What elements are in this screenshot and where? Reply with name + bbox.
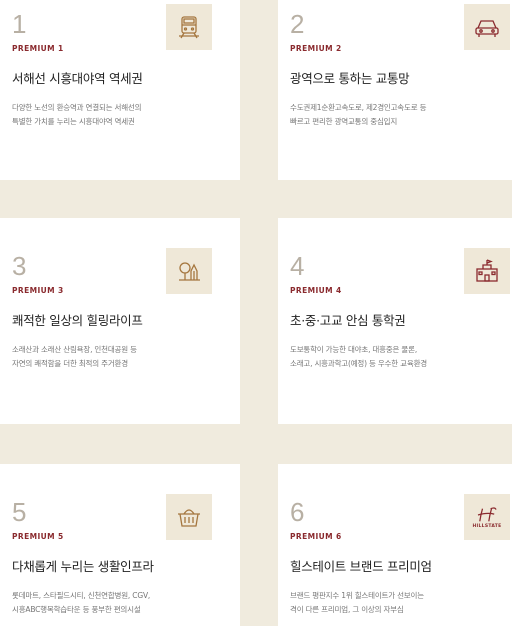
premium-card-4: 4 PREMIUM 4 초·중·고교 안심 통학권 도보통학이 가능한 대야초,… bbox=[278, 218, 512, 424]
car-icon bbox=[464, 4, 510, 50]
premium-card-6: 6 PREMIUM 6 힐스테이트 브랜드 프리미엄 브랜드 평판지수 1위 힐… bbox=[278, 464, 512, 626]
card-title: 초·중·고교 안심 통학권 bbox=[290, 313, 406, 328]
basket-icon bbox=[166, 494, 212, 540]
card-description: 롯데마트, 스타필드시티, 신천연합병원, CGV, 시흥ABC행복학습타운 등… bbox=[12, 591, 151, 614]
card-title: 광역으로 통하는 교통망 bbox=[290, 71, 410, 86]
card-title: 서해선 시흥대야역 역세권 bbox=[12, 71, 143, 86]
card-description: 수도권제1순환고속도로, 제2경인고속도로 등 빠르고 편리한 광역교통의 중심… bbox=[290, 103, 427, 126]
card-title: 쾌적한 일상의 힐링라이프 bbox=[12, 313, 143, 328]
premium-card-1: 1 PREMIUM 1 서해선 시흥대야역 역세권 다양한 노선의 환승역과 연… bbox=[0, 0, 240, 180]
card-description: 다양한 노선의 환승역과 연결되는 서해선의 특별한 가치를 누리는 시흥대야역… bbox=[12, 103, 142, 126]
card-title: 다채롭게 누리는 생활인프라 bbox=[12, 559, 154, 574]
card-description: 브랜드 평판지수 1위 힐스테이트가 선보이는 격이 다른 프리미엄, 그 이상… bbox=[290, 591, 424, 614]
logo-text: HILLSTATE bbox=[472, 523, 502, 529]
card-description: 소래산과 소래산 산림욕장, 인천대공원 등 자연의 쾌적함을 더한 최적의 주… bbox=[12, 345, 137, 368]
hillstate-logo-icon: HILLSTATE bbox=[464, 494, 510, 540]
premium-card-3: 3 PREMIUM 3 쾌적한 일상의 힐링라이프 소래산과 소래산 산림욕장,… bbox=[0, 218, 240, 424]
school-icon bbox=[464, 248, 510, 294]
premium-card-2: 2 PREMIUM 2 광역으로 통하는 교통망 수도권제1순환고속도로, 제2… bbox=[278, 0, 512, 180]
tree-icon bbox=[166, 248, 212, 294]
card-description: 도보통학이 가능한 대야초, 대흥중은 물론, 소래고, 시흥과학고(예정) 등… bbox=[290, 345, 427, 368]
card-title: 힐스테이트 브랜드 프리미엄 bbox=[290, 559, 432, 574]
train-icon bbox=[166, 4, 212, 50]
premium-card-5: 5 PREMIUM 5 다채롭게 누리는 생활인프라 롯데마트, 스타필드시티,… bbox=[0, 464, 240, 626]
